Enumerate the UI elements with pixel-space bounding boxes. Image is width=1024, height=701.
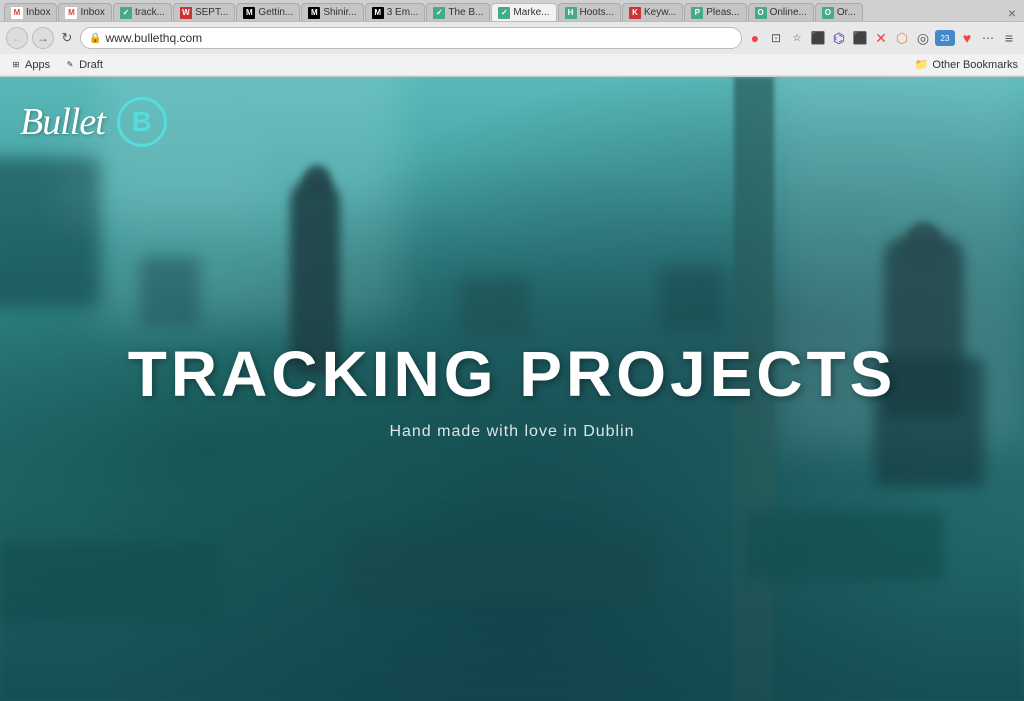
address-bar-row: ← → ↻ 🔒 www.bullethq.com ● ⊡ ☆ ⬛ ⌬ ⬛ ✕ ⬡…	[0, 22, 1024, 54]
monitor-right	[659, 267, 724, 332]
tab-label-marke: Marke...	[513, 7, 549, 18]
back-button[interactable]: ←	[6, 27, 28, 49]
tab-gettin[interactable]: M Gettin...	[236, 3, 300, 21]
tab-icon-3em: M	[372, 7, 384, 19]
tab-label-track: track...	[135, 7, 165, 18]
monitor-center	[460, 277, 530, 337]
tab-label-gettin: Gettin...	[258, 7, 293, 18]
tab-icon-track: ✓	[120, 7, 132, 19]
toolbar-icon-7[interactable]: ✕	[872, 29, 890, 47]
bookmark-apps[interactable]: ⊞ Apps	[6, 58, 54, 72]
reload-button[interactable]: ↻	[58, 29, 76, 47]
tab-icon-gettin: M	[243, 7, 255, 19]
close-tab-button[interactable]: ×	[1004, 5, 1020, 21]
tab-inbox-1[interactable]: M Inbox	[4, 3, 57, 21]
toolbar-icon-9[interactable]: ◎	[914, 29, 932, 47]
page-content: Bullet B TRACKING PROJECTS Hand made wit…	[0, 77, 1024, 701]
logo-circle-letter: B	[132, 106, 152, 138]
url-text: www.bullethq.com	[105, 31, 733, 45]
toolbar-icon-6[interactable]: ⬛	[851, 29, 869, 47]
tab-label-hoots: Hoots...	[580, 7, 614, 18]
tab-icon-shinin: M	[308, 7, 320, 19]
tab-label-1: Inbox	[26, 7, 50, 18]
lock-icon: 🔒	[89, 33, 101, 44]
tab-label-online: Online...	[770, 7, 807, 18]
person-1-head	[303, 165, 331, 197]
tab-label-pleas: Pleas...	[706, 7, 739, 18]
bookmark-draft[interactable]: ✎ Draft	[60, 58, 107, 72]
other-bookmarks-label: Other Bookmarks	[932, 59, 1018, 71]
tab-bar: M Inbox M Inbox ✓ track... W SEPT... M G…	[0, 0, 1024, 22]
tab-label-keyw: Keyw...	[644, 7, 676, 18]
bookmark-draft-label: Draft	[79, 59, 103, 71]
tab-icon-gmail-2: M	[65, 7, 77, 19]
address-bar[interactable]: 🔒 www.bullethq.com	[80, 27, 742, 49]
toolbar-icon-12[interactable]: ⋯	[979, 29, 997, 47]
tab-icon-keyw: K	[629, 7, 641, 19]
tab-online[interactable]: O Online...	[748, 3, 814, 21]
tab-3em[interactable]: M 3 Em...	[365, 3, 426, 21]
tab-label-or: Or...	[837, 7, 856, 18]
tab-hoots[interactable]: H Hoots...	[558, 3, 621, 21]
logo-circle: B	[117, 97, 167, 147]
logo-area: Bullet B	[20, 97, 167, 147]
apps-icon: ⊞	[10, 59, 22, 71]
person-2-head	[904, 222, 944, 267]
tab-theb[interactable]: ✓ The B...	[426, 3, 490, 21]
draft-icon: ✎	[64, 59, 76, 71]
logo-text: Bullet	[20, 100, 105, 144]
headline-area: TRACKING PROJECTS Hand made with love in…	[128, 337, 897, 441]
floor-reflection	[0, 501, 1024, 701]
tab-keyw[interactable]: K Keyw...	[622, 3, 683, 21]
toolbar-icon-13[interactable]: ≡	[1000, 29, 1018, 47]
bookmark-apps-label: Apps	[25, 59, 50, 71]
folder-icon: 📁	[915, 58, 929, 71]
toolbar-icon-2[interactable]: ⊡	[767, 29, 785, 47]
tab-icon-marke: ✓	[498, 7, 510, 19]
tab-inbox-2[interactable]: M Inbox	[58, 3, 111, 21]
tab-label-3em: 3 Em...	[387, 7, 419, 18]
forward-button[interactable]: →	[32, 27, 54, 49]
tab-label-2: Inbox	[80, 7, 104, 18]
toolbar-icon-10[interactable]: 23	[935, 30, 955, 46]
tab-label-theb: The B...	[448, 7, 483, 18]
tab-icon-pleas: P	[691, 7, 703, 19]
tab-icon-online: O	[755, 7, 767, 19]
tab-icon-hoots: H	[565, 7, 577, 19]
tab-label-shinin: Shinir...	[323, 7, 356, 18]
toolbar-icons: ● ⊡ ☆ ⬛ ⌬ ⬛ ✕ ⬡ ◎ 23 ♥ ⋯ ≡	[746, 29, 1018, 47]
tab-or[interactable]: O Or...	[815, 3, 863, 21]
toolbar-icon-5[interactable]: ⌬	[830, 29, 848, 47]
toolbar-icon-1[interactable]: ●	[746, 29, 764, 47]
tab-track[interactable]: ✓ track...	[113, 3, 172, 21]
tab-icon-gmail-1: M	[11, 7, 23, 19]
toolbar-icon-8[interactable]: ⬡	[893, 29, 911, 47]
tab-sept[interactable]: W SEPT...	[173, 3, 235, 21]
bookmarks-bar: ⊞ Apps ✎ Draft 📁 Other Bookmarks	[0, 54, 1024, 76]
tab-icon-or: O	[822, 7, 834, 19]
tab-icon-sept: W	[180, 7, 192, 19]
bookmarks-right[interactable]: 📁 Other Bookmarks	[915, 58, 1018, 71]
tab-pleas[interactable]: P Pleas...	[684, 3, 746, 21]
toolbar-icon-3[interactable]: ☆	[788, 29, 806, 47]
tab-label-sept: SEPT...	[195, 7, 228, 18]
tab-marke[interactable]: ✓ Marke...	[491, 3, 556, 21]
monitor-left	[140, 257, 200, 327]
main-headline: TRACKING PROJECTS	[128, 337, 897, 411]
tab-shinin[interactable]: M Shinir...	[301, 3, 363, 21]
tab-icon-theb: ✓	[433, 7, 445, 19]
toolbar-icon-11[interactable]: ♥	[958, 29, 976, 47]
sub-headline: Hand made with love in Dublin	[128, 423, 897, 441]
toolbar-icon-4[interactable]: ⬛	[809, 29, 827, 47]
